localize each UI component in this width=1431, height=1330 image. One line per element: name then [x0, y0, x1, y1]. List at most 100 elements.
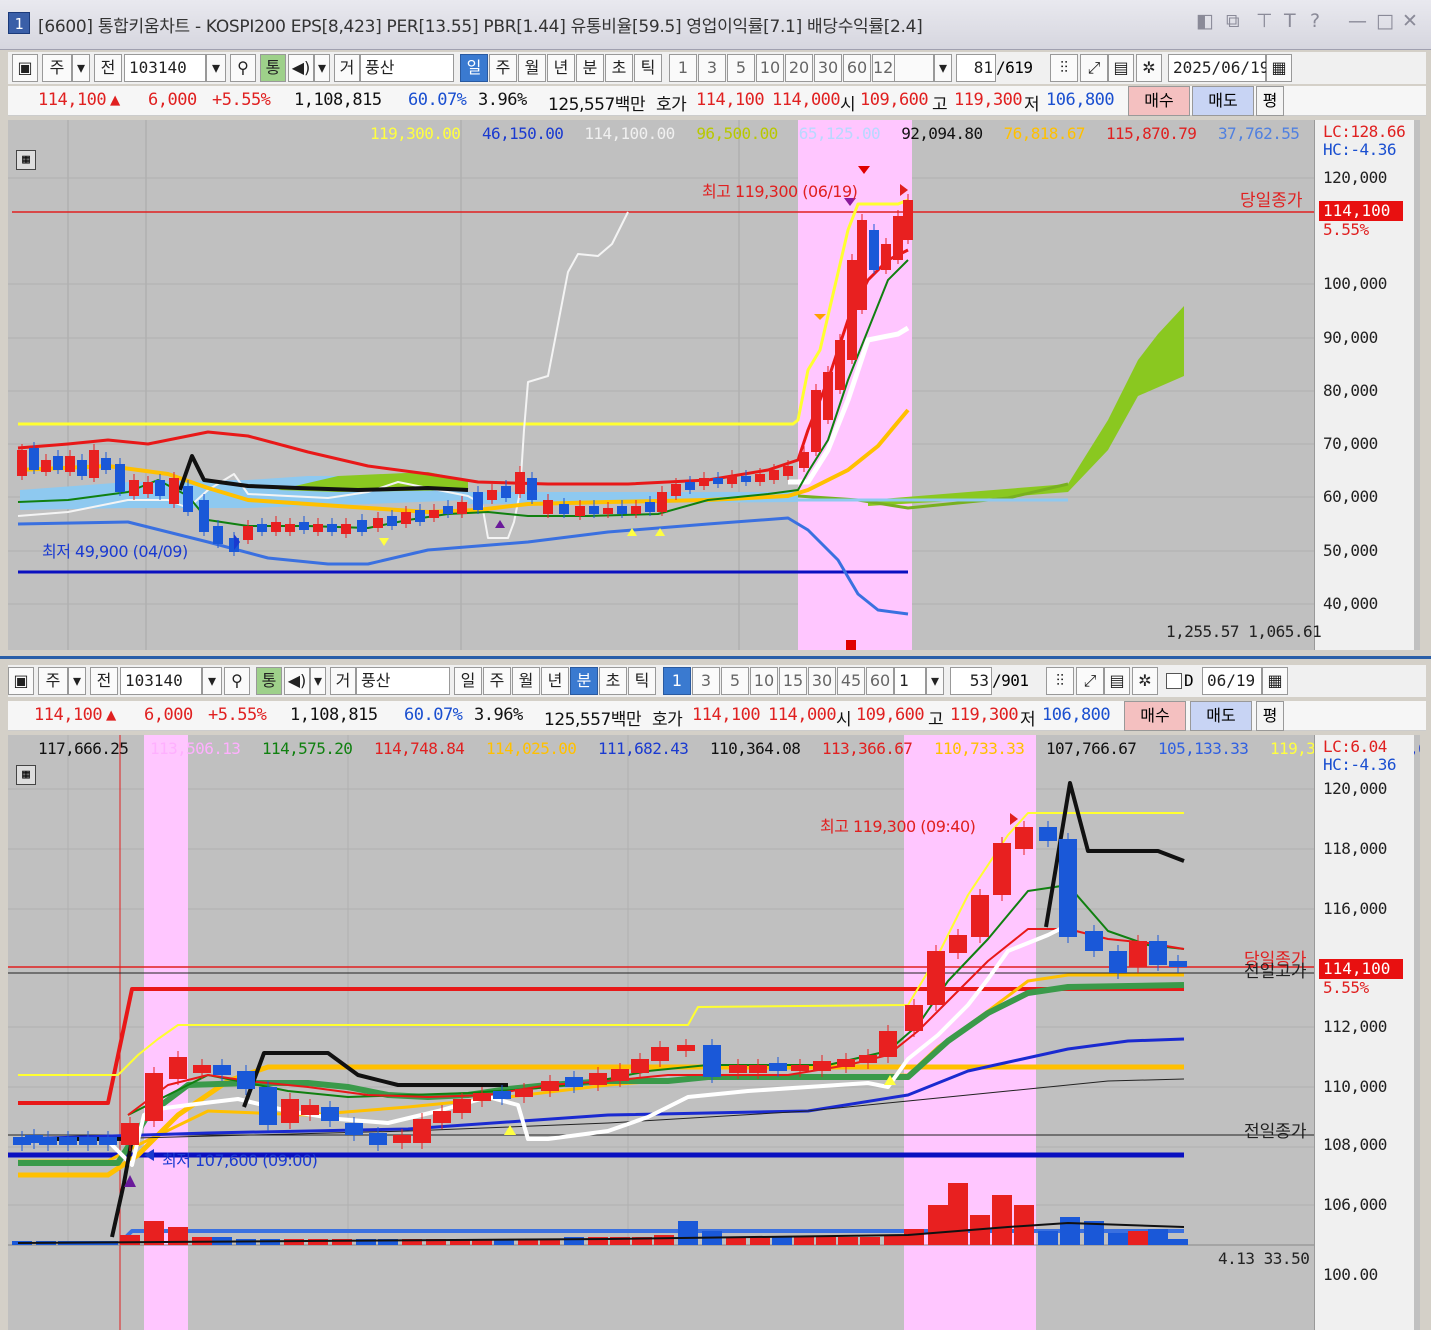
period-button-3[interactable]: 년 [541, 667, 569, 695]
tile-icon[interactable]: ⧉ [1226, 10, 1240, 32]
type-button[interactable]: 주 [42, 54, 72, 82]
period-button-3[interactable]: 년 [547, 54, 575, 82]
calendar-icon[interactable]: ▦ [1262, 667, 1288, 695]
chart-menu-icon[interactable]: ▣ [12, 54, 38, 82]
interval-button-4[interactable]: 15 [779, 667, 807, 695]
exchange-button[interactable]: 거 [334, 54, 360, 82]
candle-body [453, 1099, 471, 1113]
candle-icon[interactable]: ⫶⫶ [1050, 54, 1078, 82]
date-input[interactable]: 06/19 [1202, 667, 1262, 695]
flat-button[interactable]: 평 [1256, 701, 1284, 731]
gear-icon[interactable]: ✲ [1136, 54, 1162, 82]
interval-button-2[interactable]: 5 [727, 54, 755, 82]
candle-icon[interactable]: ⫶⫶ [1046, 667, 1074, 695]
speaker-icon[interactable]: ◀) [284, 667, 310, 695]
period-button-2[interactable]: 월 [512, 667, 540, 695]
speaker-icon[interactable]: ◀) [288, 54, 314, 82]
period-button-4[interactable]: 분 [570, 667, 598, 695]
stock-code-input[interactable]: 103140 [124, 54, 206, 82]
chevron-down-icon[interactable]: ▾ [206, 54, 226, 82]
integrated-button[interactable]: 통 [256, 667, 282, 695]
line-tool-icon[interactable]: ⤢ [1076, 667, 1104, 695]
date-checkbox[interactable] [1166, 673, 1182, 689]
volume-bar [772, 1237, 792, 1245]
search-icon[interactable]: ⚲ [224, 667, 250, 695]
candle-body [589, 1073, 607, 1085]
interval-button-1[interactable]: 3 [698, 54, 726, 82]
period-button-2[interactable]: 월 [518, 54, 546, 82]
period-button-1[interactable]: 주 [483, 667, 511, 695]
sell-button[interactable]: 매도 [1192, 86, 1254, 116]
interval-button-1[interactable]: 3 [692, 667, 720, 695]
interval-button-0[interactable]: 1 [663, 667, 691, 695]
grid-icon[interactable]: ▦ [16, 765, 36, 785]
interval-select[interactable] [894, 54, 934, 82]
stock-name-field[interactable]: 풍산 [360, 54, 454, 82]
interval-button-5[interactable]: 30 [808, 667, 836, 695]
period-button-4[interactable]: 분 [576, 54, 604, 82]
search-icon[interactable]: ⚲ [230, 54, 256, 82]
current-pct-tag: 5.55% [1323, 220, 1369, 239]
chevron-down-icon[interactable]: ▾ [926, 667, 944, 695]
candle-body [1169, 961, 1187, 967]
line-tool-icon[interactable]: ⤢ [1080, 54, 1108, 82]
prev-button[interactable]: 전 [90, 667, 118, 695]
minute-price-chart[interactable]: 117,666.25 113,506.13 114,575.20 114,748.84… [8, 735, 1420, 1330]
bar-count-input[interactable]: 81 [956, 54, 996, 82]
interval-button-7[interactable]: 60 [866, 667, 894, 695]
chevron-down-icon[interactable]: ▾ [72, 54, 90, 82]
stock-name-field[interactable]: 풍산 [356, 667, 450, 695]
close-icon[interactable]: ✕ [1402, 10, 1418, 32]
interval-button-6[interactable]: 45 [837, 667, 865, 695]
candle-body [1015, 827, 1033, 849]
period-button-0[interactable]: 일 [460, 54, 488, 82]
type-button[interactable]: 주 [38, 667, 68, 695]
period-button-0[interactable]: 일 [454, 667, 482, 695]
period-button-1[interactable]: 주 [489, 54, 517, 82]
period-button-5[interactable]: 초 [605, 54, 633, 82]
interval-button-3[interactable]: 10 [750, 667, 778, 695]
date-input[interactable]: 2025/06/19 [1168, 54, 1269, 82]
chart-menu-icon[interactable]: ▣ [8, 667, 34, 695]
sell-button[interactable]: 매도 [1190, 701, 1252, 731]
period-button-6[interactable]: 틱 [628, 667, 656, 695]
chevron-down-icon[interactable]: ▾ [314, 54, 330, 82]
buy-button[interactable]: 매수 [1124, 701, 1186, 731]
calendar-icon[interactable]: ▦ [1266, 54, 1292, 82]
gear-icon[interactable]: ✲ [1132, 667, 1158, 695]
layout-icon[interactable]: ◧ [1196, 10, 1214, 32]
buy-button[interactable]: 매수 [1128, 86, 1190, 116]
chevron-down-icon[interactable]: ▾ [934, 54, 952, 82]
interval-button-2[interactable]: 5 [721, 667, 749, 695]
candle-body [243, 526, 253, 540]
high-price: 119,300 [950, 705, 1019, 725]
flat-button[interactable]: 평 [1256, 86, 1284, 116]
chevron-down-icon[interactable]: ▾ [310, 667, 326, 695]
bar-count-input[interactable]: 53 [950, 667, 992, 695]
integrated-button[interactable]: 통 [260, 54, 286, 82]
stock-code-input[interactable]: 103140 [120, 667, 202, 695]
interval-button-4[interactable]: 20 [785, 54, 813, 82]
minimize-icon[interactable]: — [1348, 10, 1367, 32]
grid-icon[interactable]: ▦ [16, 150, 36, 170]
change-pct: +5.55% [208, 705, 267, 725]
prev-button[interactable]: 전 [94, 54, 122, 82]
daily-price-chart[interactable]: 119,300.00 46,150.00 114,100.00 96,500.00 65… [8, 120, 1420, 650]
interval-button-5[interactable]: 30 [814, 54, 842, 82]
candle-body [769, 470, 779, 480]
maximize-icon[interactable]: □ [1376, 10, 1394, 32]
period-button-6[interactable]: 틱 [634, 54, 662, 82]
interval-button-3[interactable]: 10 [756, 54, 784, 82]
interval-button-6[interactable]: 60 [843, 54, 871, 82]
chevron-down-icon[interactable]: ▾ [68, 667, 86, 695]
font-icon[interactable]: T [1284, 10, 1296, 32]
pin-icon[interactable]: ⊤ [1256, 10, 1273, 32]
period-button-5[interactable]: 초 [599, 667, 627, 695]
save-icon[interactable]: ▤ [1108, 54, 1134, 82]
exchange-button[interactable]: 거 [330, 667, 356, 695]
save-icon[interactable]: ▤ [1104, 667, 1130, 695]
multiplier-select[interactable]: 1 [894, 667, 926, 695]
interval-button-0[interactable]: 1 [669, 54, 697, 82]
help-icon[interactable]: ? [1310, 10, 1320, 32]
chevron-down-icon[interactable]: ▾ [202, 667, 222, 695]
